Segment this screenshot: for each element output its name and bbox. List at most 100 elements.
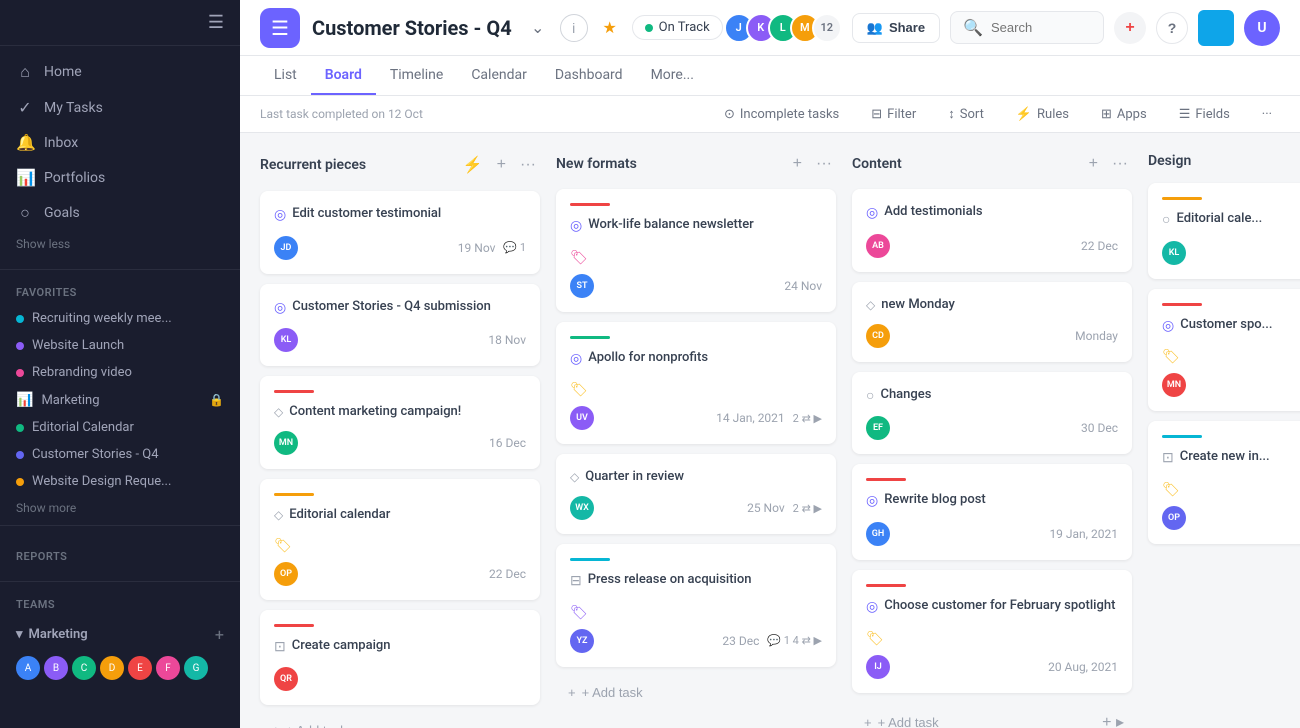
card-press-release[interactable]: ⊟ Press release on acquisition 🏷 YZ 23 D…: [556, 544, 836, 667]
avatar: B: [44, 656, 68, 680]
share-button[interactable]: 👥 Share: [852, 13, 940, 43]
avatar: CD: [866, 324, 890, 348]
add-more-button[interactable]: + ▸: [1098, 710, 1128, 728]
sidebar-item-goals[interactable]: ○ Goals: [0, 195, 240, 231]
card-changes[interactable]: ○ Changes EF 30 Dec: [852, 372, 1132, 455]
card-edit-testimonial[interactable]: ◎ Edit customer testimonial JD 19 Nov 💬 …: [260, 191, 540, 274]
search-box[interactable]: 🔍: [950, 11, 1104, 44]
dot-icon: [16, 478, 24, 486]
avatar: A: [16, 656, 40, 680]
app-logo[interactable]: ☰: [260, 8, 300, 48]
avatar: YZ: [570, 629, 594, 653]
sidebar-item-home[interactable]: ⌂ Home: [0, 54, 240, 90]
help-button[interactable]: ?: [1156, 12, 1188, 44]
card-apollo[interactable]: ◎ Apollo for nonprofits 🏷 UV 14 Jan, 202…: [556, 322, 836, 445]
check-circle-icon: ◎: [274, 206, 286, 226]
star-button[interactable]: ★: [596, 14, 624, 42]
fields-button[interactable]: ☰ Fields: [1171, 103, 1238, 126]
more-button[interactable]: ···: [812, 153, 836, 175]
add-card-button[interactable]: +: [789, 153, 806, 175]
card-title: ◎ Customer Stories - Q4 submission: [274, 298, 526, 319]
chart-icon: 📊: [16, 168, 34, 187]
sidebar-item-website-design[interactable]: Website Design Reque...: [0, 468, 240, 495]
card-create-new[interactable]: ⊡ Create new in... 🏷 OP 17 Dec: [1148, 421, 1300, 544]
team-avatars: A B C D E F G: [0, 652, 240, 684]
sidebar-item-customer-stories[interactable]: Customer Stories - Q4: [0, 441, 240, 468]
apps-button[interactable]: ⊞ Apps: [1093, 103, 1155, 126]
sort-button[interactable]: ↕ Sort: [940, 102, 992, 126]
add-task-label: + Add task: [582, 685, 643, 700]
card-footer: QR: [274, 667, 526, 691]
card-editorial-cale[interactable]: ○ Editorial cale... KL 29 Dec: [1148, 183, 1300, 279]
column-header: Content + ···: [852, 149, 1132, 179]
tab-board[interactable]: Board: [311, 57, 376, 95]
card-work-life[interactable]: ◎ Work-life balance newsletter 🏷 ST 24 N…: [556, 189, 836, 312]
status-badge[interactable]: On Track: [632, 15, 723, 40]
lightning-button[interactable]: ⚡: [459, 153, 487, 177]
favorites-item-label: Recruiting weekly mee...: [32, 311, 172, 326]
sidebar-item-portfolios[interactable]: 📊 Portfolios: [0, 160, 240, 195]
hamburger-icon[interactable]: ☰: [208, 12, 224, 33]
card-date: 18 Nov: [488, 333, 526, 347]
show-less-button[interactable]: Show less: [0, 231, 240, 257]
card-editorial-calendar[interactable]: ◇ Editorial calendar 🏷 OP 22 Dec: [260, 479, 540, 599]
sidebar-item-rebranding[interactable]: Rebranding video: [0, 359, 240, 386]
card-actions: 2 ⇄ ▶: [793, 412, 822, 425]
filter-button[interactable]: ⊟ Filter: [863, 103, 924, 126]
diamond-icon: ◇: [274, 404, 283, 421]
card-create-campaign[interactable]: ⊡ Create campaign QR: [260, 610, 540, 706]
funnel-icon: ⊟: [871, 107, 882, 122]
more-options-button[interactable]: ···: [1254, 103, 1280, 126]
column-title: Content: [852, 156, 902, 172]
tab-list[interactable]: List: [260, 57, 311, 95]
card-quarter-review[interactable]: ◇ Quarter in review WX 25 Nov 2 ⇄ ▶: [556, 454, 836, 534]
card-new-monday[interactable]: ◇ new Monday CD Monday: [852, 282, 1132, 362]
add-card-button[interactable]: +: [493, 154, 510, 176]
card-add-testimonials[interactable]: ◎ Add testimonials AB 22 Dec: [852, 189, 1132, 272]
favorites-item-label: Marketing: [41, 393, 201, 408]
sidebar-item-editorial-calendar[interactable]: Editorial Calendar: [0, 414, 240, 441]
show-more-button[interactable]: Show more: [0, 495, 240, 521]
avatar: KL: [1162, 241, 1186, 265]
card-date: 22 Dec: [489, 567, 526, 581]
tab-calendar[interactable]: Calendar: [457, 57, 541, 95]
teams-add-button[interactable]: +: [215, 625, 224, 644]
card-rewrite-blog[interactable]: ◎ Rewrite blog post GH 19 Jan, 2021: [852, 464, 1132, 560]
info-button[interactable]: i: [560, 14, 588, 42]
more-button[interactable]: ···: [516, 154, 540, 176]
sidebar-item-recruiting[interactable]: Recruiting weekly mee...: [0, 305, 240, 332]
color-bar: [274, 624, 314, 627]
toolbar: Last task completed on 12 Oct ⊙ Incomple…: [240, 96, 1300, 133]
sidebar-item-my-tasks[interactable]: ✓ My Tasks: [0, 90, 240, 125]
card-customer-spo[interactable]: ◎ Customer spo... 🏷 MN 18 Jan, 2021: [1148, 289, 1300, 412]
sidebar-item-label: Portfolios: [44, 170, 105, 186]
sidebar-item-inbox[interactable]: 🔔 Inbox: [0, 125, 240, 160]
add-task-button[interactable]: + + Add task: [852, 707, 1090, 728]
add-button[interactable]: +: [1114, 12, 1146, 44]
card-q4-submission[interactable]: ◎ Customer Stories - Q4 submission KL 18…: [260, 284, 540, 367]
search-input[interactable]: [991, 20, 1091, 35]
tag-icon: 🏷: [1162, 349, 1180, 365]
fields-icon: ☰: [1179, 107, 1191, 122]
incomplete-tasks-button[interactable]: ⊙ Incomplete tasks: [716, 103, 847, 126]
add-card-button[interactable]: +: [1085, 153, 1102, 175]
more-button[interactable]: ···: [1108, 153, 1132, 175]
card-content-marketing[interactable]: ◇ Content marketing campaign! MN 16 Dec: [260, 376, 540, 469]
rules-button[interactable]: ⚡ Rules: [1008, 103, 1077, 126]
card-title: ◇ Quarter in review: [570, 468, 822, 486]
team-name-label[interactable]: ▾ Marketing: [16, 627, 88, 642]
add-task-button[interactable]: + + Add task: [556, 677, 836, 708]
chevron-down-button[interactable]: ⌄: [524, 14, 552, 42]
color-square[interactable]: [1198, 10, 1234, 46]
tab-more[interactable]: More...: [637, 57, 708, 95]
card-title: ◎ Choose customer for February spotlight: [866, 597, 1118, 618]
avatar-count[interactable]: 12: [812, 13, 842, 43]
tab-timeline[interactable]: Timeline: [376, 57, 457, 95]
add-task-button[interactable]: + + Add task: [260, 715, 540, 728]
card-title: ◇ Editorial calendar: [274, 506, 526, 524]
sidebar-item-website-launch[interactable]: Website Launch: [0, 332, 240, 359]
card-choose-customer[interactable]: ◎ Choose customer for February spotlight…: [852, 570, 1132, 693]
tab-dashboard[interactable]: Dashboard: [541, 57, 637, 95]
sidebar-item-marketing[interactable]: 📊 Marketing 🔒: [0, 386, 240, 414]
user-avatar[interactable]: U: [1244, 10, 1280, 46]
